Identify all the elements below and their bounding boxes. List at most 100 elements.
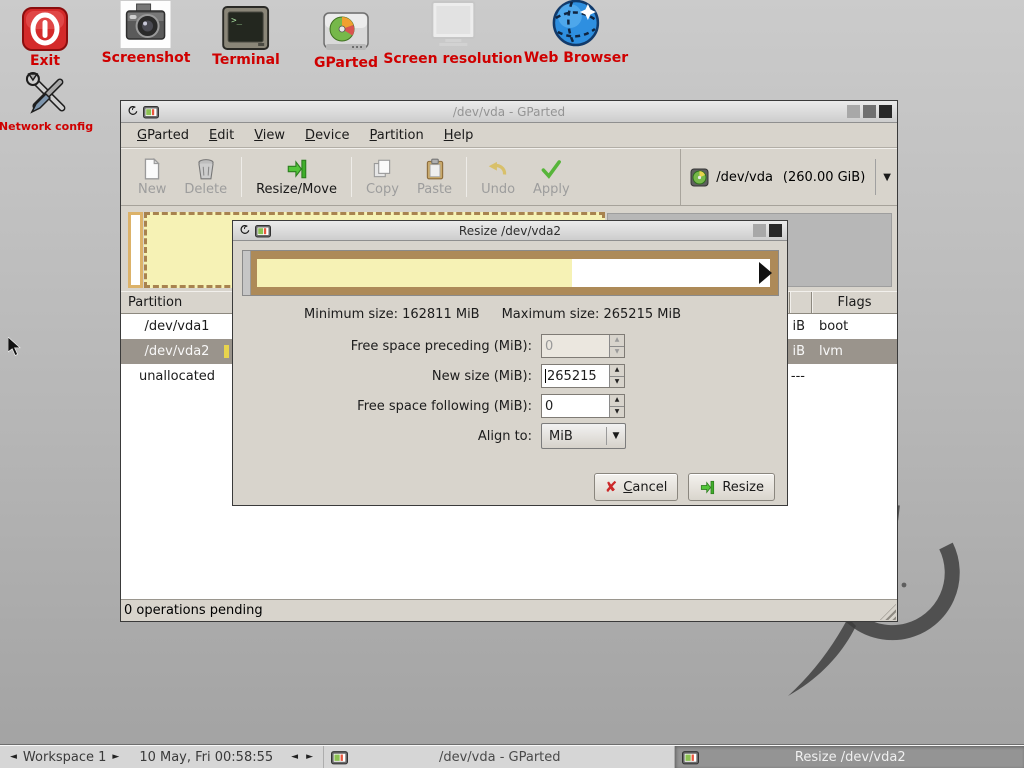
taskbar: ◄ Workspace 1 ► 10 May, Fri 00:58:55 ◄ ►… xyxy=(0,745,1024,768)
desktop-icon-label: GParted xyxy=(314,55,378,71)
right-resize-handle-arrow[interactable] xyxy=(759,262,772,284)
svg-text:>_: >_ xyxy=(231,16,242,26)
desktop-icon-gparted[interactable]: GParted xyxy=(314,5,378,71)
device-name: /dev/vda xyxy=(716,170,773,185)
minimum-size-label: Minimum size: 162811 MiB xyxy=(304,307,480,322)
task-prev-icon[interactable]: ◄ xyxy=(287,752,302,762)
spin-up-icon: ▲ xyxy=(610,395,624,407)
paste-icon xyxy=(423,157,447,181)
trash-icon xyxy=(194,157,218,181)
new-size-input[interactable]: 265215 ▲▼ xyxy=(541,364,625,388)
free-space-following-label: Free space following (MiB): xyxy=(242,399,532,414)
workspace-next-icon[interactable]: ► xyxy=(108,752,123,762)
desktop-icon-screenshot[interactable]: Screenshot xyxy=(102,0,191,66)
used-space-bar xyxy=(257,259,572,287)
new-button[interactable]: New xyxy=(129,154,175,200)
dialog-title: Resize /dev/vda2 xyxy=(233,224,787,238)
new-document-icon xyxy=(140,157,164,181)
toolbar-separator xyxy=(241,157,242,197)
apply-button[interactable]: Apply xyxy=(524,154,579,200)
maximum-size-label: Maximum size: 265215 MiB xyxy=(502,307,681,322)
maximize-button[interactable] xyxy=(863,105,876,118)
minimize-button[interactable] xyxy=(847,105,860,118)
dropdown-separator xyxy=(875,159,876,195)
minimize-button[interactable] xyxy=(753,224,766,237)
debian-swirl-icon xyxy=(126,105,139,118)
desktop-icon-label: Screenshot xyxy=(102,50,191,66)
dialog-titlebar[interactable]: Resize /dev/vda2 xyxy=(233,221,787,241)
spin-up-icon: ▲ xyxy=(610,335,624,347)
free-space-preceding-row: Free space preceding (MiB): 0 ▲▼ xyxy=(242,334,779,358)
cancel-x-icon: ✘ xyxy=(605,480,618,495)
paste-button[interactable]: Paste xyxy=(408,154,461,200)
menu-view[interactable]: View xyxy=(244,124,295,147)
align-to-dropdown[interactable]: MiB ▼ xyxy=(541,423,626,449)
desktop-icon-label: Web Browser xyxy=(524,50,628,66)
close-button[interactable] xyxy=(769,224,782,237)
desktop-icon-label: Terminal xyxy=(212,52,280,68)
main-window-titlebar[interactable]: /dev/vda - GParted xyxy=(121,101,897,123)
undo-button[interactable]: Undo xyxy=(472,154,524,200)
task-gparted-main[interactable]: /dev/vda - GParted xyxy=(323,746,674,768)
desktop-icon-label: Exit xyxy=(30,53,60,69)
menu-edit[interactable]: Edit xyxy=(199,124,244,147)
menu-help[interactable]: Help xyxy=(434,124,484,147)
gparted-window-icon xyxy=(255,224,271,238)
desktop-icon-screen-resolution[interactable]: Screen resolution xyxy=(383,1,522,67)
spin-down-icon: ▼ xyxy=(610,407,624,418)
camera-icon xyxy=(121,0,171,48)
mouse-cursor xyxy=(8,337,22,357)
toolbar-separator xyxy=(351,157,352,197)
resize-move-button[interactable]: Resize/Move xyxy=(247,154,346,200)
filesystem-color-swatch xyxy=(224,345,229,358)
task-resize-dialog[interactable]: Resize /dev/vda2 xyxy=(674,746,1024,768)
partition-size-bar xyxy=(257,259,770,287)
column-header-flags[interactable]: Flags xyxy=(811,292,897,313)
free-space-following-row: Free space following (MiB): 0 ▲▼ xyxy=(242,394,779,418)
spinner-buttons[interactable]: ▲▼ xyxy=(609,395,624,417)
chevron-down-icon[interactable]: ▼ xyxy=(883,172,891,183)
debian-swirl-icon xyxy=(238,224,251,237)
gparted-task-icon xyxy=(682,750,699,765)
resize-slider-widget[interactable] xyxy=(242,250,779,296)
resize-grip[interactable] xyxy=(880,604,896,620)
free-space-following-input[interactable]: 0 ▲▼ xyxy=(541,394,625,418)
resize-dialog: Resize /dev/vda2 Minimum xyxy=(232,220,788,506)
spinner-buttons[interactable]: ▲▼ xyxy=(609,365,624,387)
device-selector[interactable]: /dev/vda (260.00 GiB) ▼ xyxy=(680,149,897,205)
desktop-icon-web-browser[interactable]: Web Browser xyxy=(524,0,628,66)
close-button[interactable] xyxy=(879,105,892,118)
task-next-icon[interactable]: ► xyxy=(302,752,317,762)
desktop-icon-terminal[interactable]: >_ Terminal xyxy=(212,2,280,68)
workspace-prev-icon[interactable]: ◄ xyxy=(0,752,21,762)
terminal-icon: >_ xyxy=(222,2,269,50)
desktop-icon-exit[interactable]: Exit xyxy=(21,3,69,69)
undo-icon xyxy=(486,157,510,181)
workspace-label[interactable]: Workspace 1 xyxy=(21,750,108,765)
menu-gparted[interactable]: GParted xyxy=(127,124,199,147)
menu-partition[interactable]: Partition xyxy=(360,124,434,147)
resize-button[interactable]: Resize xyxy=(688,473,775,501)
copy-button[interactable]: Copy xyxy=(357,154,408,200)
apply-check-icon xyxy=(539,157,563,181)
column-header-partition[interactable]: Partition xyxy=(121,292,233,313)
device-size: (260.00 GiB) xyxy=(783,170,865,185)
delete-button[interactable]: Delete xyxy=(175,154,236,200)
chevron-down-icon: ▼ xyxy=(607,431,625,441)
menu-device[interactable]: Device xyxy=(295,124,359,147)
status-bar: 0 operations pending xyxy=(121,599,897,621)
resize-move-icon xyxy=(285,157,309,181)
gparted-window-icon xyxy=(143,105,159,119)
left-resize-handle[interactable] xyxy=(243,251,251,295)
partition-vda1-box[interactable] xyxy=(128,212,143,288)
desktop: Exit Screenshot >_ Term xyxy=(0,0,1024,768)
task-scroll-arrows: ◄ ► xyxy=(287,752,317,762)
toolbar: New Delete Resize/Move xyxy=(121,148,897,206)
globe-icon xyxy=(550,0,602,48)
monitor-icon xyxy=(426,1,481,49)
power-icon xyxy=(21,3,69,51)
cancel-button[interactable]: ✘ Cancel xyxy=(594,473,679,501)
desktop-icon-network-config[interactable]: Network config xyxy=(0,70,93,133)
copy-icon xyxy=(370,157,394,181)
menubar: GParted Edit View Device Partition Help xyxy=(121,123,897,148)
